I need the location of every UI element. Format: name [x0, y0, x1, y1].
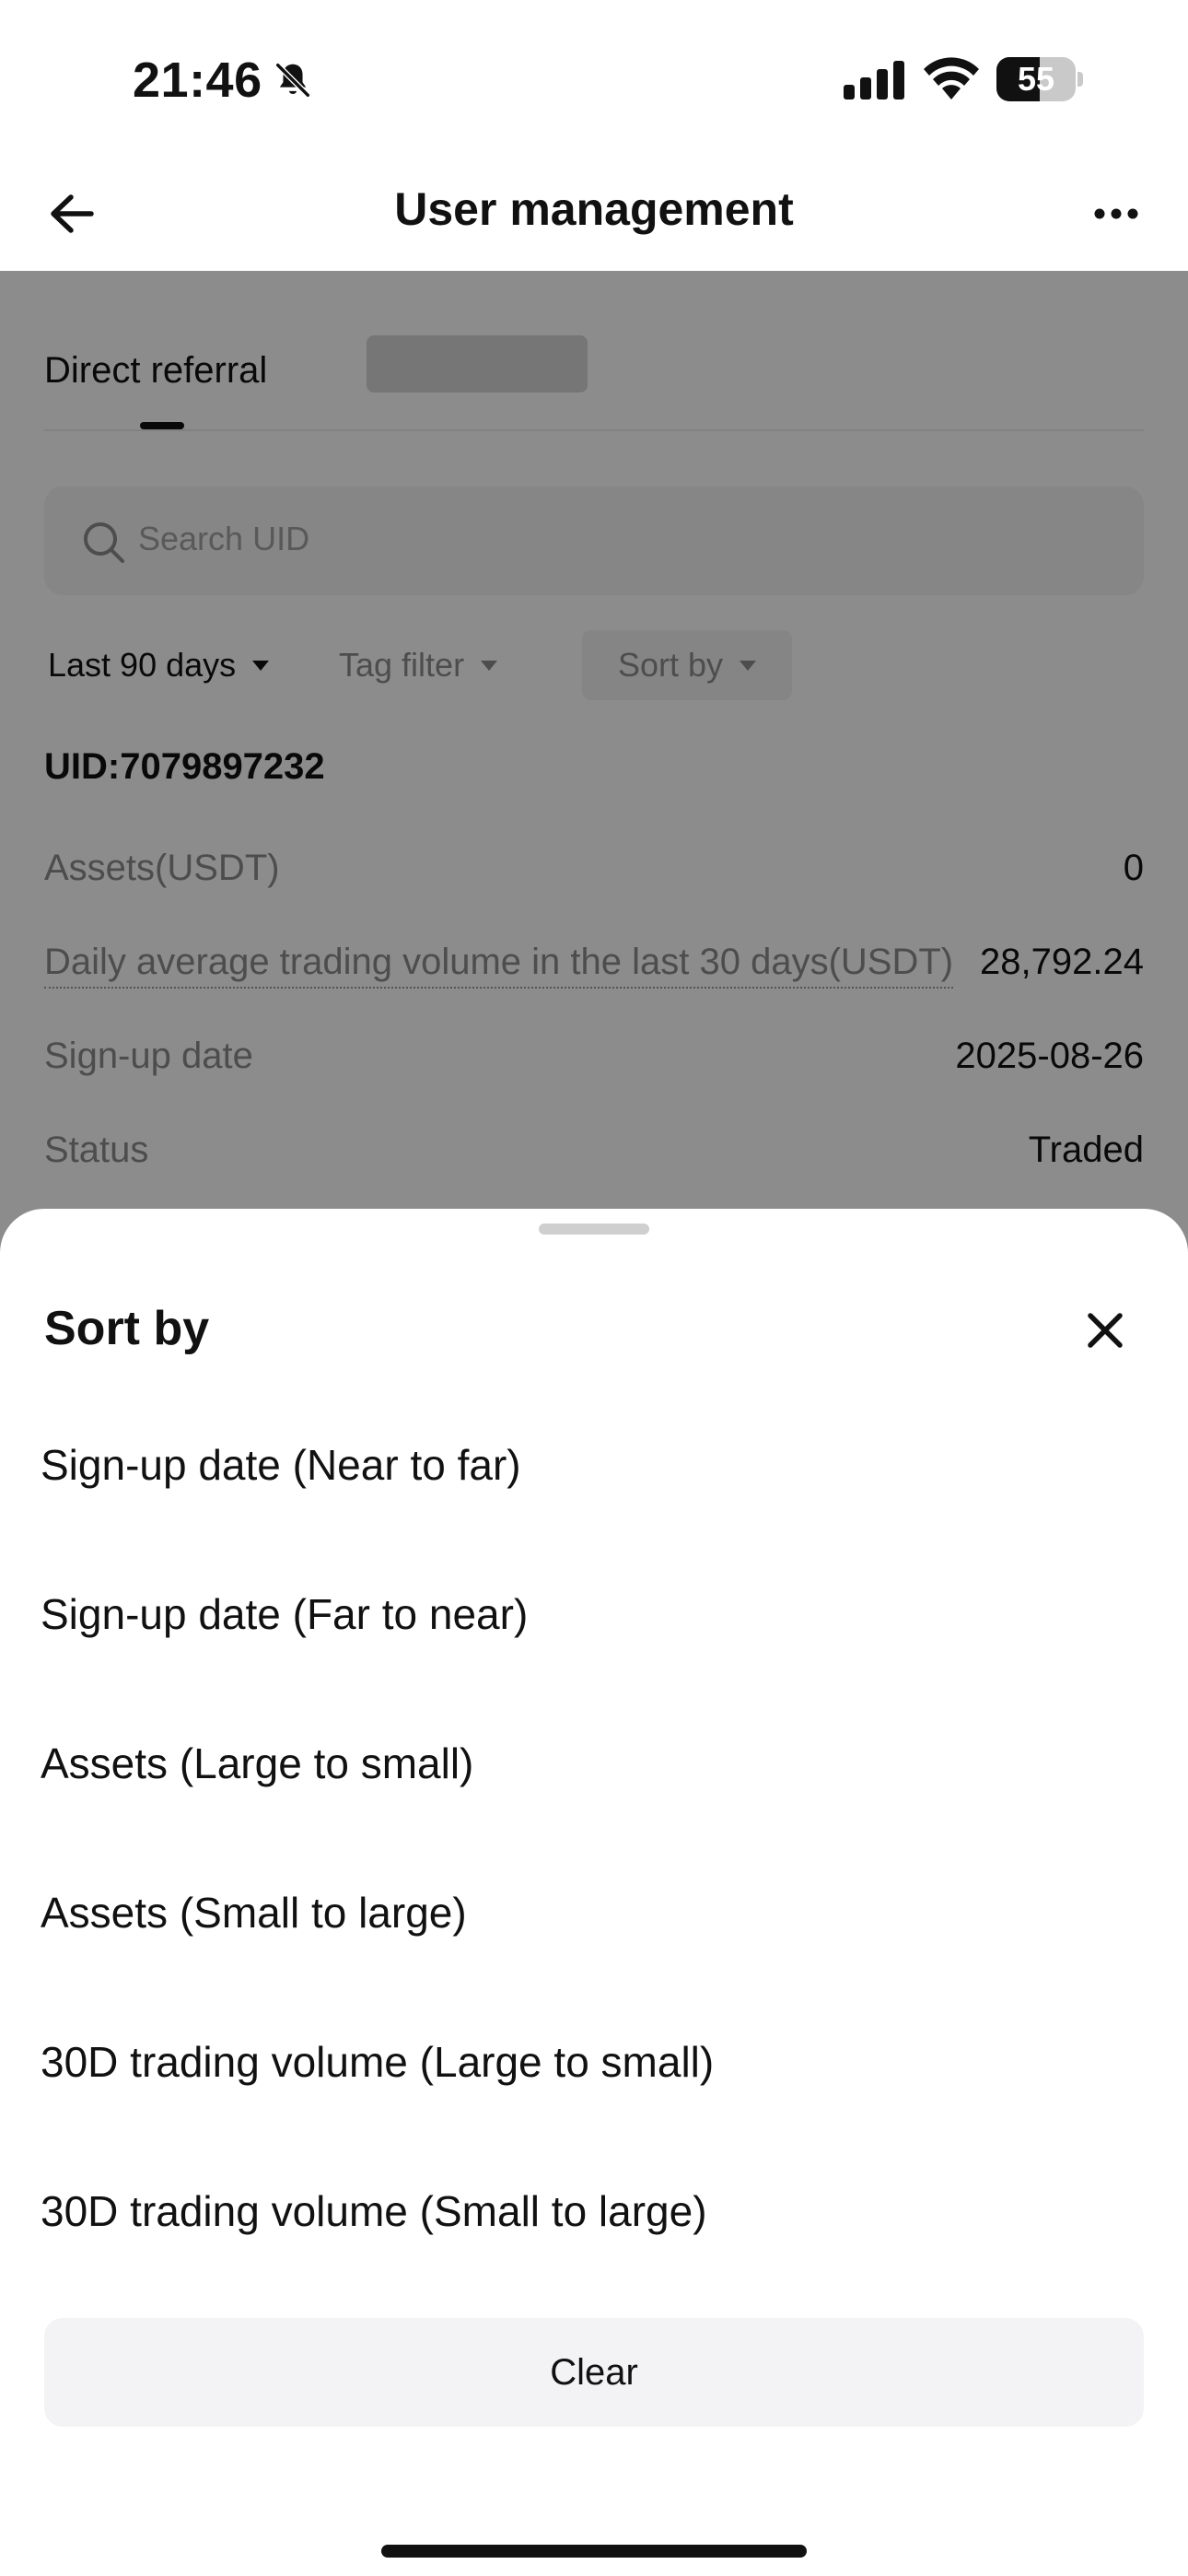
home-indicator	[381, 2545, 807, 2558]
more-button[interactable]	[1087, 190, 1146, 238]
close-icon	[1088, 1313, 1123, 1348]
page-title: User management	[394, 183, 794, 235]
sort-option-signup-near-to-far[interactable]: Sign-up date (Near to far)	[41, 1419, 1146, 1511]
cellular-signal-icon	[844, 61, 904, 100]
sort-option-assets-large-to-small[interactable]: Assets (Large to small)	[41, 1717, 1146, 1809]
sort-option-volume-small-to-large[interactable]: 30D trading volume (Small to large)	[41, 2165, 1146, 2257]
sort-option-volume-large-to-small[interactable]: 30D trading volume (Large to small)	[41, 2016, 1146, 2108]
more-dots-icon	[1094, 208, 1138, 219]
battery-icon: 55	[996, 57, 1085, 101]
wifi-icon	[924, 57, 979, 100]
sort-option-signup-far-to-near[interactable]: Sign-up date (Far to near)	[41, 1568, 1146, 1660]
sheet-title: Sort by	[44, 1302, 210, 1355]
status-time: 21:46	[133, 53, 262, 108]
close-button[interactable]	[1076, 1301, 1135, 1360]
status-bar: 21:46 55	[0, 0, 1188, 157]
app-header: User management	[0, 157, 1188, 271]
bell-muted-icon	[275, 63, 310, 98]
sort-option-assets-small-to-large[interactable]: Assets (Small to large)	[41, 1867, 1146, 1959]
battery-level: 55	[1017, 60, 1055, 98]
sort-bottom-sheet: Sort by Sign-up date (Near to far) Sign-…	[0, 1209, 1188, 2576]
sheet-drag-handle[interactable]	[539, 1224, 649, 1235]
clear-button[interactable]: Clear	[44, 2318, 1144, 2427]
